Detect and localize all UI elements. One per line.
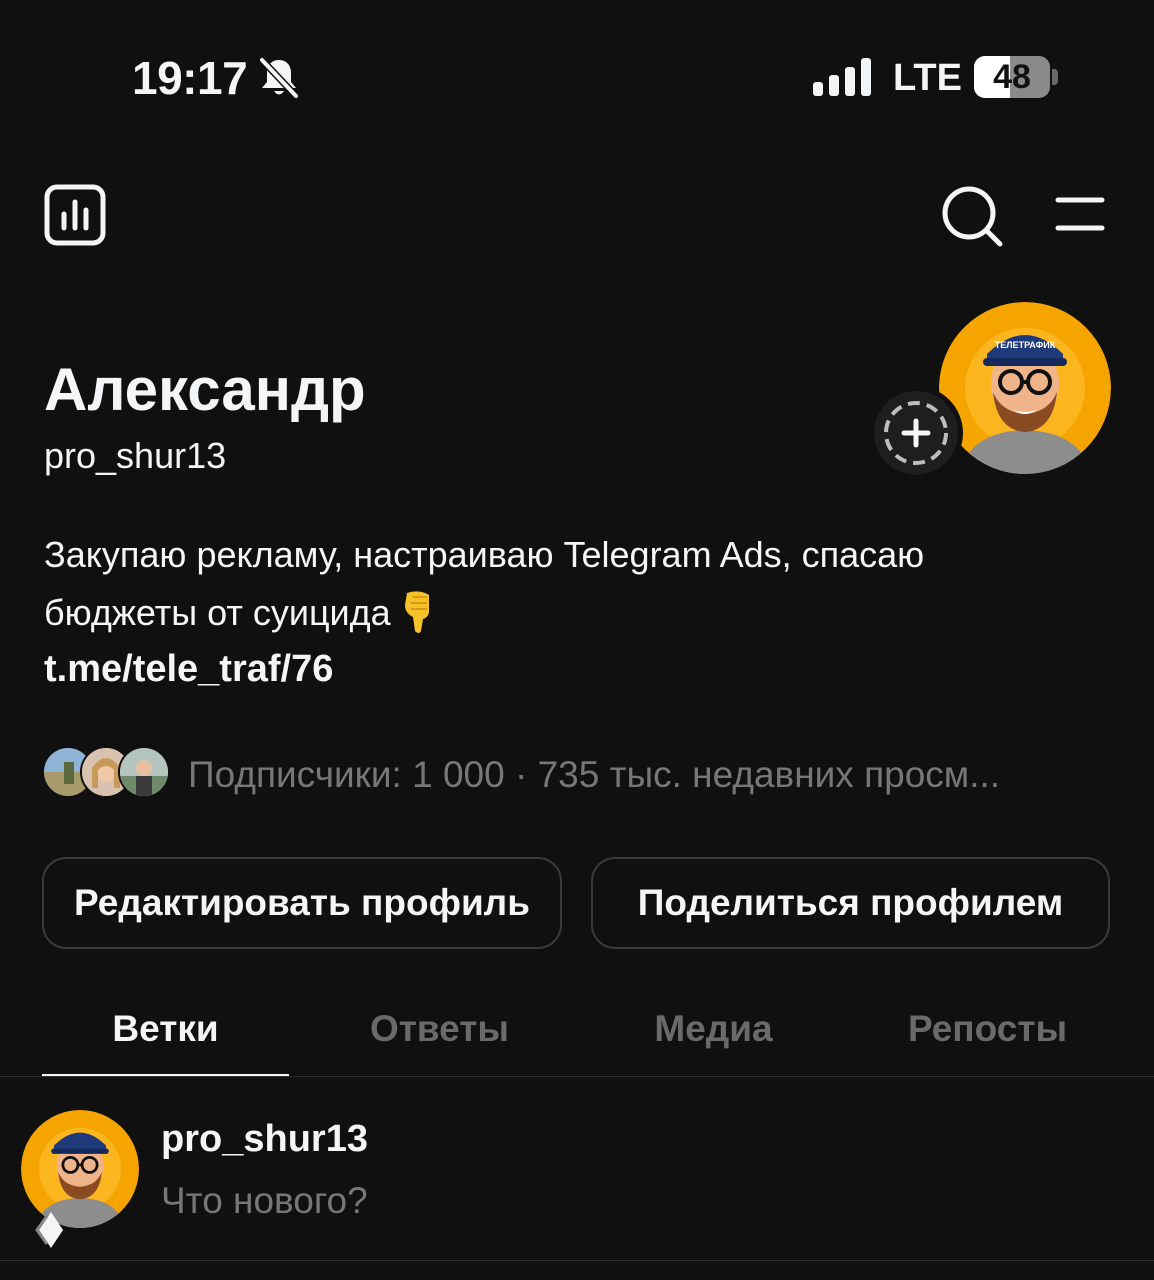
- battery-percent: 48: [993, 58, 1031, 96]
- bio-line-1: Закупаю рекламу, настраиваю Telegram Ads…: [44, 534, 925, 575]
- profile-bio: Закупаю рекламу, настраиваю Telegram Ads…: [44, 526, 1104, 642]
- followers-summary[interactable]: Подписчики: 1 000 · 735 тыс. недавних пр…: [188, 752, 1108, 798]
- battery-tip: [1052, 69, 1058, 85]
- bio-line-2: бюджеты от суицида: [44, 592, 391, 633]
- profile-avatar[interactable]: ТЕЛЕТРАФИК: [939, 302, 1111, 474]
- add-story-icon: [884, 401, 948, 465]
- edit-profile-button[interactable]: Редактировать профиль: [42, 857, 562, 949]
- composer-input[interactable]: Что нового?: [161, 1178, 368, 1224]
- search-icon[interactable]: [940, 184, 1004, 248]
- network-label: LTE: [893, 57, 962, 99]
- composer-username: pro_shur13: [161, 1118, 368, 1160]
- insights-icon[interactable]: [44, 184, 106, 246]
- menu-icon[interactable]: [1052, 194, 1106, 236]
- svg-text:ТЕЛЕТРАФИК: ТЕЛЕТРАФИК: [995, 340, 1056, 350]
- tab-reposts[interactable]: Репосты: [864, 1004, 1111, 1054]
- tab-threads[interactable]: Ветки: [42, 1004, 289, 1054]
- bell-off-icon: [258, 56, 300, 100]
- bio-line-2-wrap: бюджеты от суицида: [44, 584, 1104, 642]
- share-profile-button[interactable]: Поделиться профилем: [591, 857, 1110, 949]
- profile-username: pro_shur13: [44, 435, 227, 476]
- avatar-illustration: ТЕЛЕТРАФИК: [939, 302, 1111, 474]
- tabs-divider: [0, 1076, 1154, 1077]
- status-time: 19:17: [132, 52, 248, 104]
- tab-replies[interactable]: Ответы: [316, 1004, 563, 1054]
- battery-icon: 48: [974, 56, 1050, 98]
- add-story-button[interactable]: [869, 386, 963, 480]
- profile-name: Александр: [44, 356, 366, 423]
- follower-avatar: [118, 746, 170, 798]
- composer-divider: [0, 1260, 1154, 1261]
- tab-media[interactable]: Медиа: [590, 1004, 837, 1054]
- followers-avatars[interactable]: [42, 746, 170, 798]
- threads-badge-icon: [35, 1212, 63, 1248]
- signal-icon: [813, 58, 871, 96]
- profile-link[interactable]: t.me/tele_traf/76: [44, 644, 333, 694]
- pointing-down-emoji-icon: [404, 591, 429, 633]
